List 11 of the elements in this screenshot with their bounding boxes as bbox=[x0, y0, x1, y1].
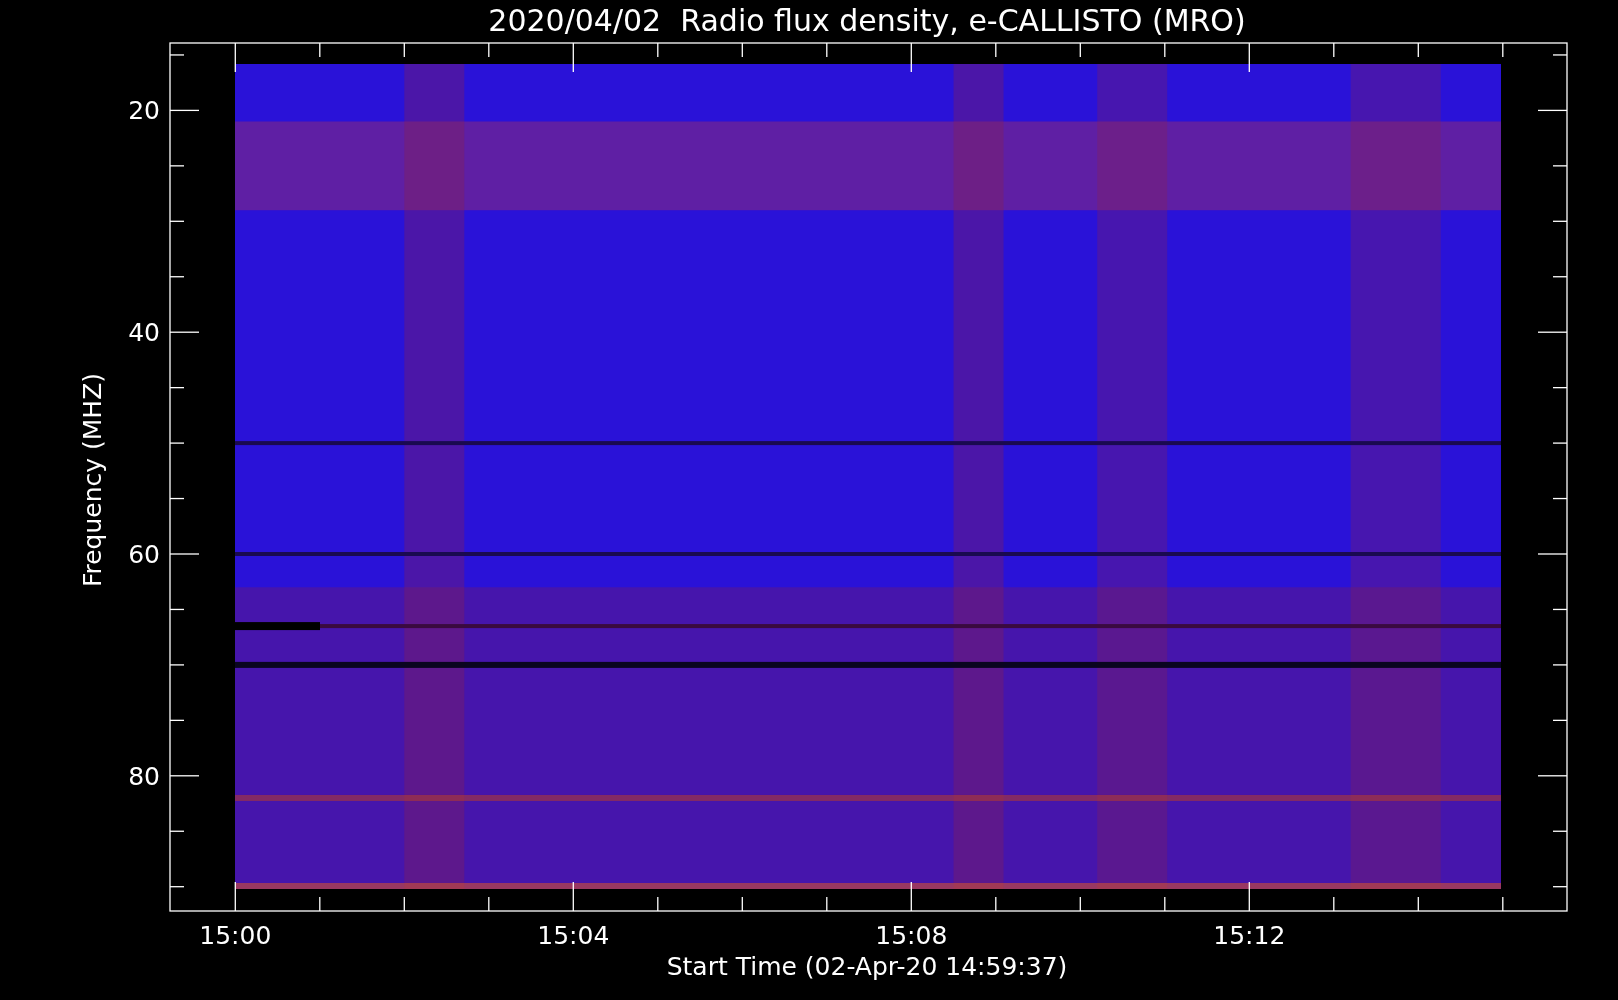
tick-label: 15:12 bbox=[1213, 921, 1286, 950]
tick-label: 60 bbox=[128, 540, 160, 569]
tick-label: 80 bbox=[128, 761, 160, 791]
tick-label: 15:08 bbox=[875, 921, 948, 950]
tick-label: 20 bbox=[128, 96, 160, 126]
tick-label: 15:00 bbox=[199, 921, 272, 950]
tick-label: 15:04 bbox=[537, 921, 610, 950]
axis-label: Frequency (MHZ) bbox=[78, 372, 107, 588]
tick-label: 40 bbox=[128, 318, 160, 348]
plot-title: 2020/04/02 Radio flux density, e-CALLISTO (MRO) bbox=[488, 3, 1246, 38]
axis-label: Start Time (02-Apr-20 14:59:37) bbox=[666, 952, 1068, 981]
